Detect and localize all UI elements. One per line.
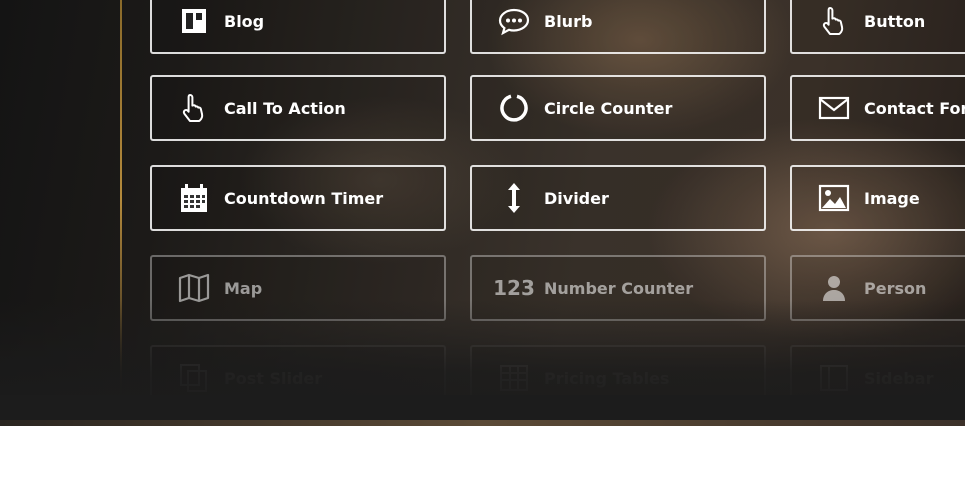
module-countdown-timer[interactable]: Countdown Timer [150, 165, 446, 231]
module-label: Blurb [544, 11, 593, 31]
speech-bubble-icon [494, 1, 534, 41]
number-icon: 123 [493, 276, 535, 300]
map-icon [174, 268, 214, 308]
module-image[interactable]: Image [790, 165, 965, 231]
copy-icon [174, 358, 214, 398]
module-map[interactable]: Map [150, 255, 446, 321]
module-label: Call To Action [224, 98, 346, 118]
pointer-hand-icon [174, 88, 214, 128]
module-label: Circle Counter [544, 98, 673, 118]
module-label: Person [864, 278, 927, 298]
module-circle-counter[interactable]: Circle Counter [470, 75, 766, 141]
module-label: Sidebar [864, 368, 934, 388]
module-label: Contact Form [864, 98, 965, 118]
module-button[interactable]: Button [790, 0, 965, 54]
module-call-to-action[interactable]: Call To Action [150, 75, 446, 141]
module-blurb[interactable]: Blurb [470, 0, 766, 54]
module-label: Pricing Tables [544, 368, 670, 388]
photo-edge-strip [0, 420, 965, 426]
envelope-icon [814, 88, 854, 128]
person-icon [814, 268, 854, 308]
calendar-icon [174, 178, 214, 218]
module-label: Button [864, 11, 926, 31]
module-label: Post Slider [224, 368, 323, 388]
bottom-bar [0, 395, 965, 420]
vertical-arrows-icon [494, 178, 534, 218]
blog-icon [174, 1, 214, 41]
module-divider[interactable]: Divider [470, 165, 766, 231]
module-label: Divider [544, 188, 609, 208]
module-label: Countdown Timer [224, 188, 384, 208]
table-icon [494, 358, 534, 398]
module-contact-form[interactable]: Contact Form [790, 75, 965, 141]
background-photo: Blog Blurb Button Call To Action Circle … [0, 0, 965, 426]
circle-counter-icon [494, 88, 534, 128]
accent-divider [120, 0, 122, 400]
module-number-counter[interactable]: 123 Number Counter [470, 255, 766, 321]
module-label: Map [224, 278, 263, 298]
module-label: Image [864, 188, 920, 208]
pointer-hand-icon [814, 1, 854, 41]
image-icon [814, 178, 854, 218]
module-label: Number Counter [544, 278, 694, 298]
module-label: Blog [224, 11, 265, 31]
sidebar-icon [814, 358, 854, 398]
module-person[interactable]: Person [790, 255, 965, 321]
module-blog[interactable]: Blog [150, 0, 446, 54]
